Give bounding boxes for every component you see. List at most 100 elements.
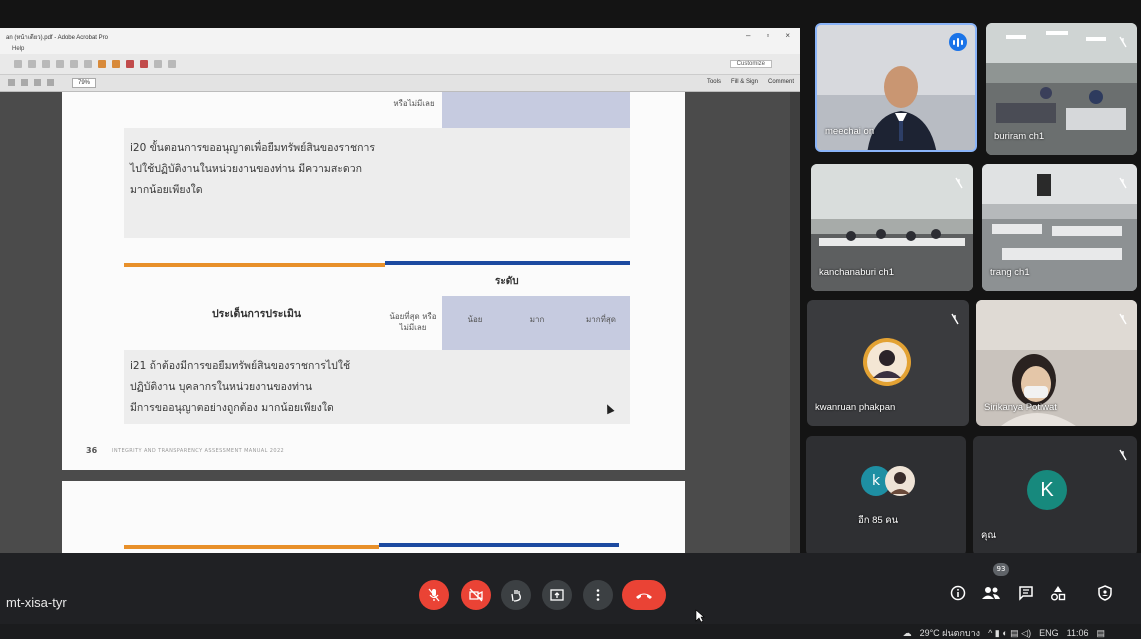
camera-off-icon [469, 588, 483, 602]
hand-icon[interactable] [21, 79, 28, 86]
language-indicator[interactable]: ENG [1039, 628, 1059, 638]
minimize-icon[interactable]: – [746, 31, 750, 40]
mouse-pointer-icon [695, 609, 705, 623]
self-tile[interactable]: K คุณ [973, 436, 1137, 556]
more-participants-tile[interactable]: k อีก 85 คน [806, 436, 966, 556]
header-rule-orange [124, 545, 379, 549]
column-label-much: มาก [529, 315, 545, 324]
pdf-page-next [62, 481, 685, 553]
participant-tile[interactable]: kanchanaburi ch1 [811, 164, 973, 291]
mic-off-icon [1117, 174, 1129, 189]
column-label: หรือไม่มีเลย [393, 99, 435, 108]
info-icon [950, 585, 966, 601]
avatar: K [1027, 470, 1067, 510]
people-icon [982, 587, 1000, 599]
more-options-button[interactable] [583, 580, 613, 610]
menu-help[interactable]: Help [12, 46, 24, 52]
acrobat-menu-bar: Help [0, 45, 800, 54]
chat-button[interactable] [1015, 582, 1037, 604]
hang-up-icon [636, 593, 652, 599]
participant-tile[interactable]: trang ch1 [982, 164, 1137, 291]
mic-toggle-button[interactable] [419, 580, 449, 610]
column-label-most: มากที่สุด [586, 315, 616, 324]
avatar [863, 338, 911, 386]
level-heading: ระดับ [495, 276, 519, 287]
present-screen-button[interactable] [542, 580, 572, 610]
more-participants-label: อีก 85 คน [858, 515, 899, 526]
more-vert-icon [596, 589, 600, 601]
raise-hand-button[interactable] [501, 580, 531, 610]
sign-icon[interactable] [168, 60, 176, 68]
present-icon [550, 589, 564, 601]
comment-link[interactable]: Comment [768, 79, 794, 85]
page-footer: INTEGRITY AND TRANSPARENCY ASSESSMENT MA… [112, 448, 285, 454]
tray-icons[interactable]: ^ ▮ ◐ ▤ ◁) [988, 628, 1031, 639]
open-icon[interactable] [14, 60, 22, 68]
highlight-icon[interactable] [112, 60, 120, 68]
participant-name: trang ch1 [990, 267, 1030, 278]
select-icon[interactable] [8, 79, 15, 86]
clock[interactable]: 11:06 [1067, 628, 1089, 638]
pdf-page: หรือไม่มีเลย i20 ขั้นตอนการขออนุญาตเพื่อ… [62, 92, 685, 470]
participant-tile[interactable]: kwanruan phakpan [807, 300, 969, 426]
tools-link[interactable]: Tools [707, 79, 721, 85]
hand-icon [511, 590, 521, 602]
mail-icon[interactable] [70, 60, 78, 68]
acrobat-toolbar: Customize [0, 54, 800, 75]
shared-screen: an (หน้าเดียว).pdf - Adobe Acrobat Pro –… [0, 28, 800, 553]
camera-toggle-button[interactable] [461, 580, 491, 610]
activities-icon [1051, 586, 1066, 601]
comment-icon[interactable] [98, 60, 106, 68]
page-number: 36 [86, 446, 98, 455]
participant-name: buriram ch1 [994, 131, 1045, 142]
participant-tile[interactable]: Sirikanya Potiwat [976, 300, 1137, 426]
host-controls-button[interactable] [1094, 582, 1116, 604]
activities-button[interactable] [1047, 582, 1069, 604]
question-i21: i21 ถ้าต้องมีการขอยืมทรัพย์สินของราชการไ… [130, 360, 351, 414]
chat-icon [1019, 586, 1033, 601]
mic-off-icon [949, 310, 961, 325]
header-rule-blue [385, 261, 630, 265]
header-rule-blue [379, 543, 619, 547]
notification-icon[interactable]: ▤ [1096, 628, 1105, 639]
participant-name: kanchanaburi ch1 [819, 267, 894, 278]
customize-dropdown[interactable]: Customize [729, 60, 772, 68]
edit-icon[interactable] [56, 60, 64, 68]
people-button[interactable] [980, 582, 1002, 604]
speaking-indicator-icon [949, 33, 967, 51]
vertical-scrollbar[interactable] [790, 92, 800, 553]
fill-sign-link[interactable]: Fill & Sign [731, 79, 758, 85]
participant-tile[interactable]: meechai on [815, 23, 977, 152]
weather-icon: ☁ [902, 627, 912, 638]
weather-text: 29°C ฝนตกบาง [919, 628, 981, 638]
zoom-out-icon[interactable] [34, 79, 41, 86]
mic-off-icon [953, 174, 965, 189]
header-rule-orange [124, 263, 385, 267]
column-label-least: น้อยที่สุด หรือไม่มีเลย [389, 312, 437, 332]
zoom-in-icon[interactable] [47, 79, 54, 86]
participant-count-badge: 93 [993, 563, 1009, 576]
share-icon[interactable] [154, 60, 162, 68]
avatar [885, 466, 915, 496]
os-taskbar: ☁ 29°C ฝนตกบาง ^ ▮ ◐ ▤ ◁) ENG 11:06 ▤ [0, 624, 1141, 639]
close-icon[interactable]: × [785, 31, 790, 40]
mic-off-icon [1117, 33, 1129, 48]
save-icon[interactable] [28, 60, 36, 68]
export-icon[interactable] [140, 60, 148, 68]
leave-call-button[interactable] [622, 580, 666, 610]
settings-icon[interactable] [84, 60, 92, 68]
pdf-icon[interactable] [126, 60, 134, 68]
acrobat-window-title: an (หน้าเดียว).pdf - Adobe Acrobat Pro [6, 35, 108, 41]
issue-heading: ประเด็นการประเมิน [212, 308, 302, 320]
meeting-details-button[interactable] [947, 582, 969, 604]
acrobat-view-toolbar: 79% Tools Fill & Sign Comment [0, 75, 800, 92]
maximize-icon[interactable]: ▫ [766, 31, 769, 40]
participant-name: คุณ [981, 530, 997, 541]
table-shade [442, 92, 630, 128]
zoom-input[interactable]: 79% [72, 78, 96, 88]
participant-tile[interactable]: buriram ch1 [986, 23, 1137, 155]
document-view[interactable]: หรือไม่มีเลย i20 ขั้นตอนการขออนุญาตเพื่อ… [0, 92, 800, 553]
print-icon[interactable] [42, 60, 50, 68]
column-label-little: น้อย [467, 315, 483, 324]
mic-off-icon [1117, 310, 1129, 325]
